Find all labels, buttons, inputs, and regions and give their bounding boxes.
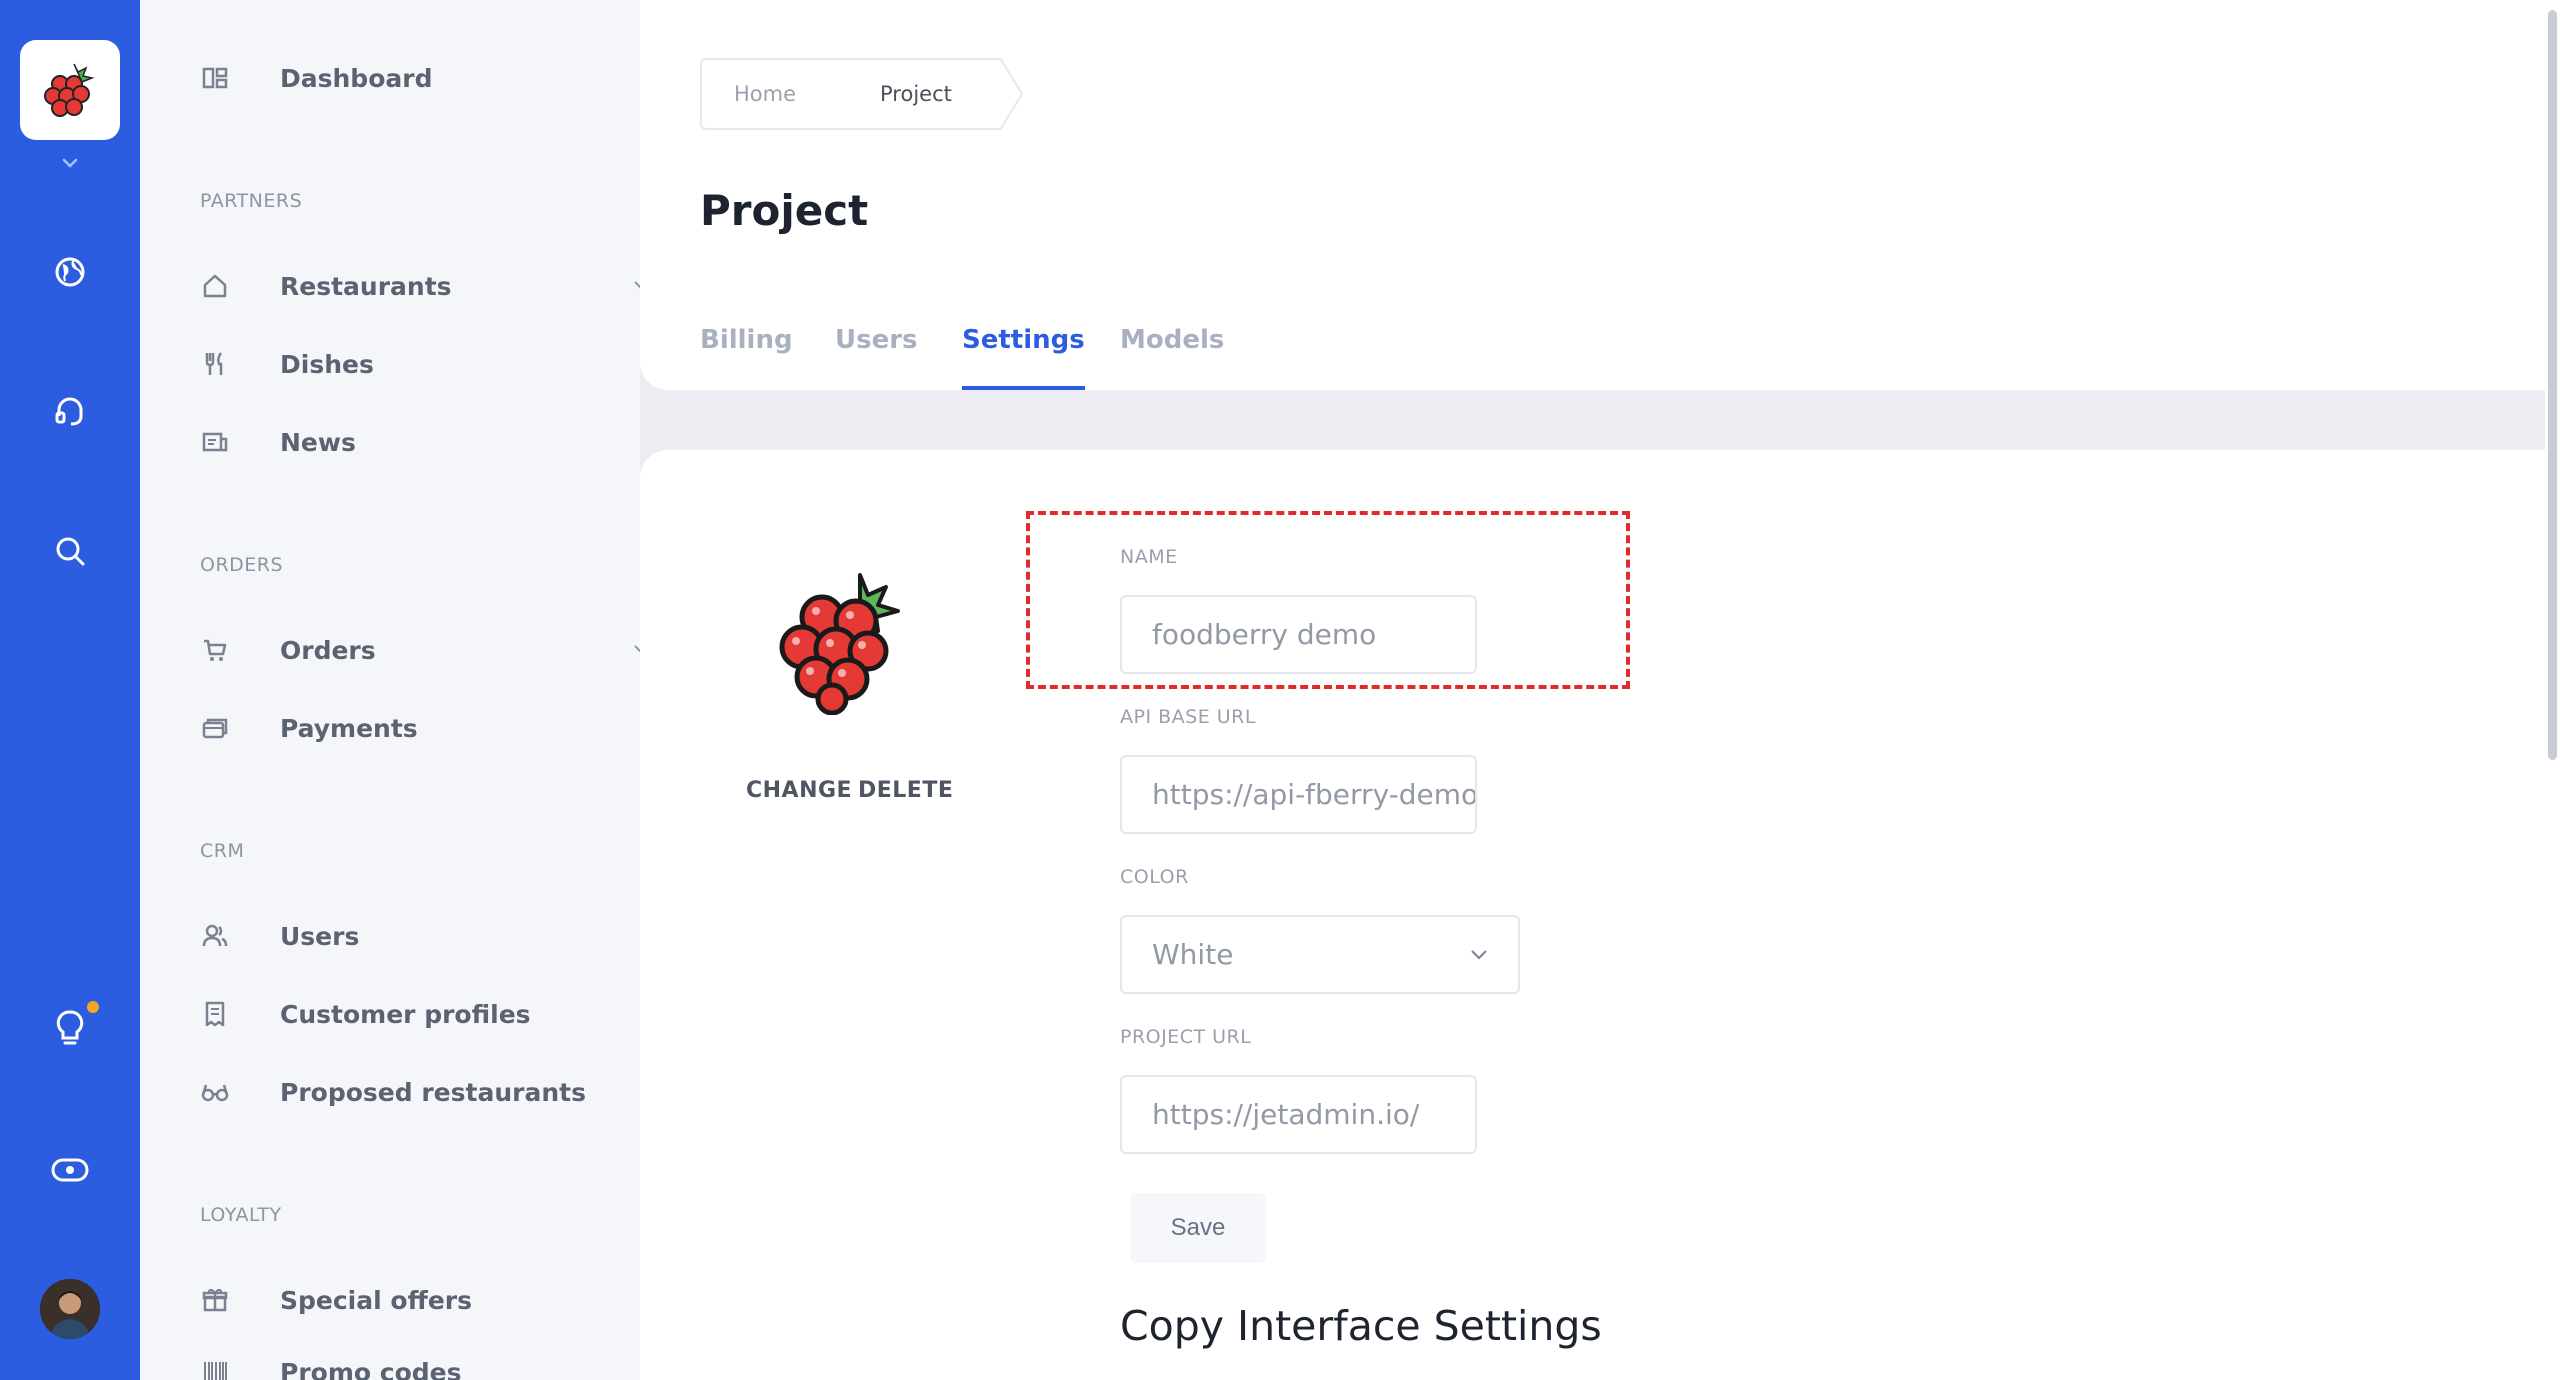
chevron-down-icon <box>634 281 640 289</box>
sidebar-item-users[interactable]: Users <box>200 906 359 966</box>
avatar[interactable] <box>40 1279 100 1339</box>
project-url-label: PROJECT URL <box>1120 1026 1252 1048</box>
save-button[interactable]: Save <box>1130 1193 1266 1263</box>
sidebar-item-label: Special offers <box>280 1285 472 1315</box>
user-avatar-icon <box>40 1279 100 1339</box>
sidebar-item-dashboard[interactable]: Dashboard <box>200 48 432 108</box>
sidebar: Dashboard PARTNERS Restaurants Dishes Ne… <box>140 0 640 1380</box>
search-button[interactable] <box>40 521 100 581</box>
dashboard-icon <box>200 63 230 93</box>
notification-dot <box>87 1001 99 1013</box>
delete-logo-button[interactable]: DELETE <box>858 778 953 803</box>
globe-icon <box>55 257 85 287</box>
scrollbar-thumb[interactable] <box>2548 10 2557 760</box>
sidebar-item-orders[interactable]: Orders <box>200 620 640 680</box>
headset-icon <box>55 397 83 426</box>
section-label-crm: CRM <box>200 840 245 862</box>
sidebar-item-label: News <box>280 427 356 457</box>
sidebar-item-customer-profiles[interactable]: Customer profiles <box>200 984 531 1044</box>
sidebar-item-label: Restaurants <box>280 271 452 301</box>
sidebar-item-news[interactable]: News <box>200 412 356 472</box>
sidebar-item-special-offers[interactable]: Special offers <box>200 1270 472 1330</box>
sidebar-item-restaurants[interactable]: Restaurants <box>200 256 640 316</box>
glasses-icon <box>200 1077 230 1107</box>
sidebar-item-label: Dishes <box>280 349 374 379</box>
sidebar-item-payments[interactable]: Payments <box>200 698 418 758</box>
color-select[interactable]: White <box>1120 915 1520 994</box>
section-label-partners: PARTNERS <box>200 190 303 212</box>
highlight-box <box>1026 511 1630 689</box>
toggle-button[interactable] <box>40 1140 100 1200</box>
api-base-url-input[interactable]: https://api-fberry-demo <box>1120 755 1477 834</box>
gift-icon <box>200 1285 230 1315</box>
receipt-icon <box>200 999 230 1029</box>
newspaper-icon <box>200 427 230 457</box>
sidebar-item-promo-codes[interactable]: Promo codes <box>200 1342 461 1380</box>
app-root: Dashboard PARTNERS Restaurants Dishes Ne… <box>0 0 2560 1380</box>
lightbulb-icon <box>56 1010 84 1045</box>
sidebar-item-label: Dashboard <box>280 63 433 93</box>
sidebar-item-dishes[interactable]: Dishes <box>200 334 374 394</box>
support-button[interactable] <box>40 381 100 441</box>
project-url-input[interactable]: https://jetadmin.io/ <box>1120 1075 1477 1154</box>
globe-button[interactable] <box>40 242 100 302</box>
chevron-down-icon <box>634 645 640 653</box>
color-select-value: White <box>1152 938 1234 971</box>
sidebar-item-label: Proposed restaurants <box>280 1077 586 1107</box>
cards-icon <box>200 713 230 743</box>
copy-interface-settings-heading: Copy Interface Settings <box>1120 1302 1602 1350</box>
toggle-icon <box>51 1158 89 1182</box>
section-label-orders: ORDERS <box>200 554 284 576</box>
sidebar-item-label: Users <box>280 921 360 951</box>
home-icon <box>200 271 230 301</box>
cutlery-icon <box>200 349 230 379</box>
sidebar-item-label: Orders <box>280 635 376 665</box>
color-label: COLOR <box>1120 866 1189 888</box>
barcode-icon <box>200 1357 230 1380</box>
api-base-url-label: API BASE URL <box>1120 706 1256 728</box>
project-logo-image[interactable] <box>760 555 920 715</box>
sidebar-item-label: Promo codes <box>280 1357 462 1380</box>
settings-content: CHANGE DELETE NAME foodberry demo API BA… <box>640 0 2545 1380</box>
search-icon <box>56 537 85 566</box>
icon-rail <box>0 0 140 1380</box>
section-label-loyalty: LOYALTY <box>200 1204 282 1226</box>
sidebar-item-label: Customer profiles <box>280 999 531 1029</box>
change-logo-button[interactable]: CHANGE <box>746 778 852 803</box>
sidebar-item-proposed-restaurants[interactable]: Proposed restaurants <box>200 1062 586 1122</box>
sidebar-item-label: Payments <box>280 713 418 743</box>
chevron-down-icon <box>1471 950 1487 960</box>
chevron-down-icon[interactable] <box>58 156 82 172</box>
app-logo-button[interactable] <box>20 40 120 140</box>
users-icon <box>200 921 230 951</box>
raspberry-logo-icon <box>44 63 95 117</box>
cart-icon <box>200 635 230 665</box>
